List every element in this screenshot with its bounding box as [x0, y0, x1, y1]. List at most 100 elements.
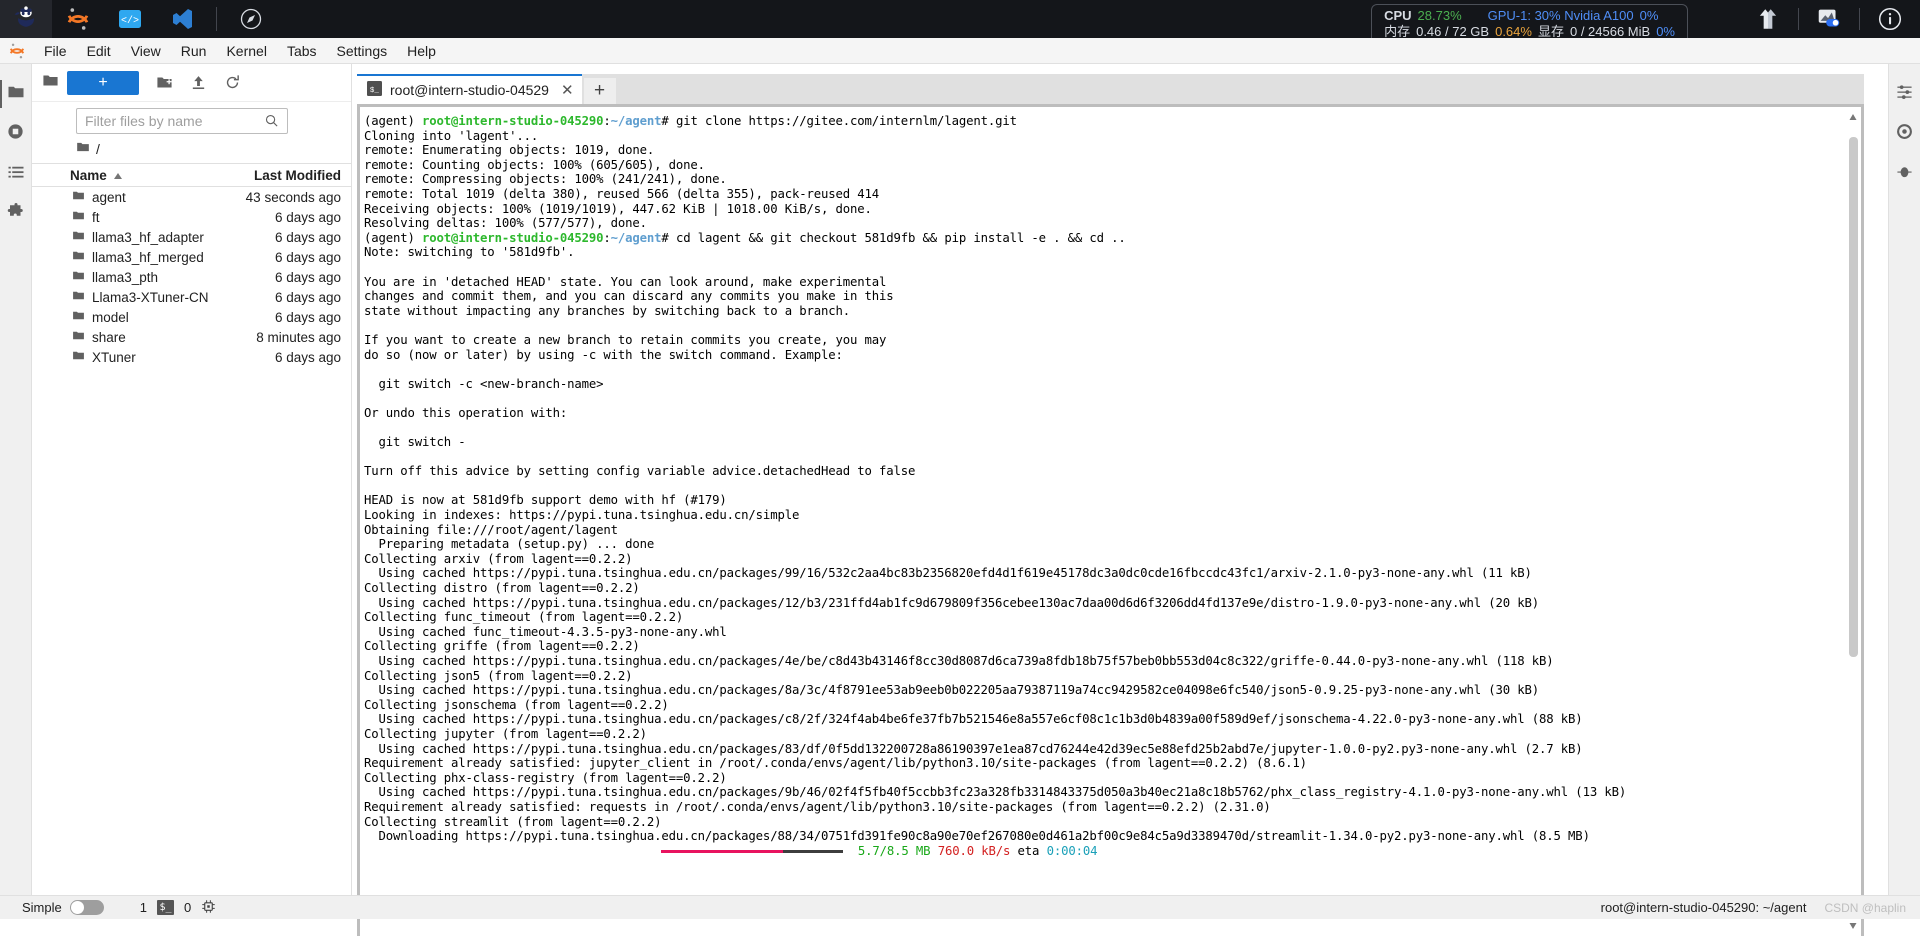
terminal-line: Using cached https://pypi.tuna.tsinghua.…: [364, 596, 1539, 610]
menu-item-help[interactable]: Help: [397, 40, 446, 62]
svg-text:$_: $_: [370, 87, 380, 95]
scroll-up-icon[interactable]: [1847, 111, 1859, 123]
file-list-item[interactable]: XTuner6 days ago: [32, 347, 351, 367]
file-name: llama3_pth: [92, 270, 158, 285]
scrollbar-track[interactable]: [1847, 123, 1859, 920]
terminal-line: Using cached func_timeout-4.3.5-py3-none…: [364, 625, 727, 639]
app-icon-vscode-logo[interactable]: [156, 0, 208, 38]
menu-item-kernel[interactable]: Kernel: [216, 40, 276, 62]
menu-item-settings[interactable]: Settings: [327, 40, 398, 62]
terminal-line: Collecting distro (from lagent==0.2.2): [364, 581, 640, 595]
terminal-line: Collecting phx-class-registry (from lage…: [364, 771, 727, 785]
scrollbar-thumb[interactable]: [1849, 137, 1858, 657]
file-modified: 6 days ago: [221, 310, 351, 325]
progress-eta-value: 0:00:04: [1047, 844, 1098, 858]
image-toggle-icon[interactable]: [1799, 0, 1859, 38]
tab-bar: $_ root@intern-studio-04529 ✕ +: [357, 74, 1864, 104]
file-modified: 8 minutes ago: [221, 330, 351, 345]
terminal-icon[interactable]: $_: [157, 900, 174, 915]
list-icon: [7, 163, 25, 186]
new-folder-icon[interactable]: [149, 69, 179, 97]
sidebar-item-settings[interactable]: [1889, 114, 1920, 154]
sidebar-item-extensions[interactable]: [0, 194, 32, 234]
new-launcher-button[interactable]: +: [67, 71, 139, 95]
file-list-item[interactable]: model6 days ago: [32, 307, 351, 327]
sidebar-item-running[interactable]: [0, 114, 32, 154]
file-modified: 6 days ago: [221, 250, 351, 265]
folder-icon: [76, 140, 90, 157]
file-name: XTuner: [92, 350, 136, 365]
app-icon-jupyter-logo[interactable]: [52, 0, 104, 38]
terminal-frame: (agent) root@intern-studio-045290:~/agen…: [357, 104, 1864, 936]
menu-item-edit[interactable]: Edit: [77, 40, 121, 62]
app-icon-intern-studio-logo[interactable]: [0, 0, 52, 38]
file-list-item[interactable]: share8 minutes ago: [32, 327, 351, 347]
add-tab-button[interactable]: +: [584, 78, 616, 104]
app-icon-code-server-logo[interactable]: </>: [104, 0, 156, 38]
sidebar-item-commands[interactable]: [0, 154, 32, 194]
cpu-value: 28.73%: [1418, 8, 1462, 24]
file-list-item[interactable]: llama3_pth6 days ago: [32, 267, 351, 287]
simple-mode-toggle[interactable]: [70, 900, 104, 915]
breadcrumb[interactable]: /: [32, 138, 351, 163]
upload-icon[interactable]: [183, 69, 213, 97]
terminal-count: 0: [184, 900, 191, 915]
close-icon[interactable]: ✕: [561, 81, 574, 99]
file-name: ft: [92, 210, 100, 225]
terminal-scrollbar[interactable]: [1847, 111, 1859, 932]
sidebar-item-file-browser[interactable]: [0, 74, 32, 114]
sliders-icon: [1896, 83, 1913, 105]
file-list-item[interactable]: llama3_hf_merged 6 days ago: [32, 247, 351, 267]
scroll-down-icon[interactable]: [1847, 920, 1859, 932]
folder-icon: [7, 83, 25, 106]
right-sidebar-rail: [1888, 64, 1920, 895]
file-name: llama3_hf_merged: [92, 250, 204, 265]
column-header-last-modified[interactable]: Last Modified: [221, 168, 351, 183]
terminal-line: Note: switching to '581d9fb'.: [364, 245, 574, 259]
file-list-item[interactable]: agent 43 seconds ago: [32, 187, 351, 207]
chip-icon[interactable]: [201, 899, 216, 917]
stop-circle-icon: [6, 122, 25, 146]
info-icon[interactable]: [1860, 0, 1920, 38]
sidebar-item-debugger[interactable]: [1889, 154, 1920, 194]
file-name: agent: [92, 190, 126, 205]
sidebar-item-property-inspector[interactable]: [1889, 74, 1920, 114]
simple-mode-label: Simple: [22, 900, 62, 915]
breadcrumb-root[interactable]: /: [96, 141, 100, 157]
progress-speed: 760.0 kB/s: [938, 844, 1011, 858]
app-icon-compass-logo[interactable]: [225, 0, 277, 38]
download-progress-line: 5.7/8.5 MB 760.0 kB/s eta 0:00:04: [364, 844, 1097, 858]
file-modified: 43 seconds ago: [221, 190, 351, 205]
upload-arrows-icon[interactable]: [1738, 0, 1798, 38]
search-input[interactable]: [76, 108, 288, 134]
terminal-panel[interactable]: (agent) root@intern-studio-045290:~/agen…: [360, 107, 1861, 936]
gpu-label: GPU-1: 30% Nvidia A100: [1488, 8, 1634, 24]
refresh-icon[interactable]: [217, 69, 247, 97]
menu-item-view[interactable]: View: [121, 40, 171, 62]
terminal-line: Using cached https://pypi.tuna.tsinghua.…: [364, 683, 1539, 697]
bug-icon: [1896, 163, 1913, 185]
left-sidebar-rail: [0, 64, 32, 895]
terminal-line: Obtaining file:///root/agent/lagent: [364, 523, 618, 537]
folder-icon: [72, 349, 85, 365]
menu-item-run[interactable]: Run: [171, 40, 217, 62]
folder-icon: [72, 329, 85, 345]
gear-icon: [1896, 123, 1913, 145]
menu-item-file[interactable]: File: [34, 40, 77, 62]
file-list-item[interactable]: ft6 days ago: [32, 207, 351, 227]
file-list: agent43 seconds agoft6 days agollama3_hf…: [32, 187, 351, 367]
file-list-item[interactable]: llama3_hf_adapter6 days ago: [32, 227, 351, 247]
file-list-item[interactable]: Llama3-XTuner-CN6 days ago: [32, 287, 351, 307]
progress-bar-filled: [661, 850, 783, 853]
terminal-line: remote: Compressing objects: 100% (241/2…: [364, 172, 727, 186]
tab-terminal[interactable]: $_ root@intern-studio-04529 ✕: [357, 74, 582, 104]
column-header-name-label: Name: [70, 168, 107, 183]
menu-item-tabs[interactable]: Tabs: [277, 40, 327, 62]
folder-icon: [72, 249, 85, 265]
terminal-prompt: (agent) root@intern-studio-045290:~/agen…: [364, 114, 669, 128]
terminal-line: Requirement already satisfied: requests …: [364, 800, 1271, 814]
folder-icon: [72, 309, 85, 325]
folder-icon: [72, 229, 85, 245]
column-header-name[interactable]: Name: [70, 168, 221, 183]
divider: [216, 7, 217, 31]
